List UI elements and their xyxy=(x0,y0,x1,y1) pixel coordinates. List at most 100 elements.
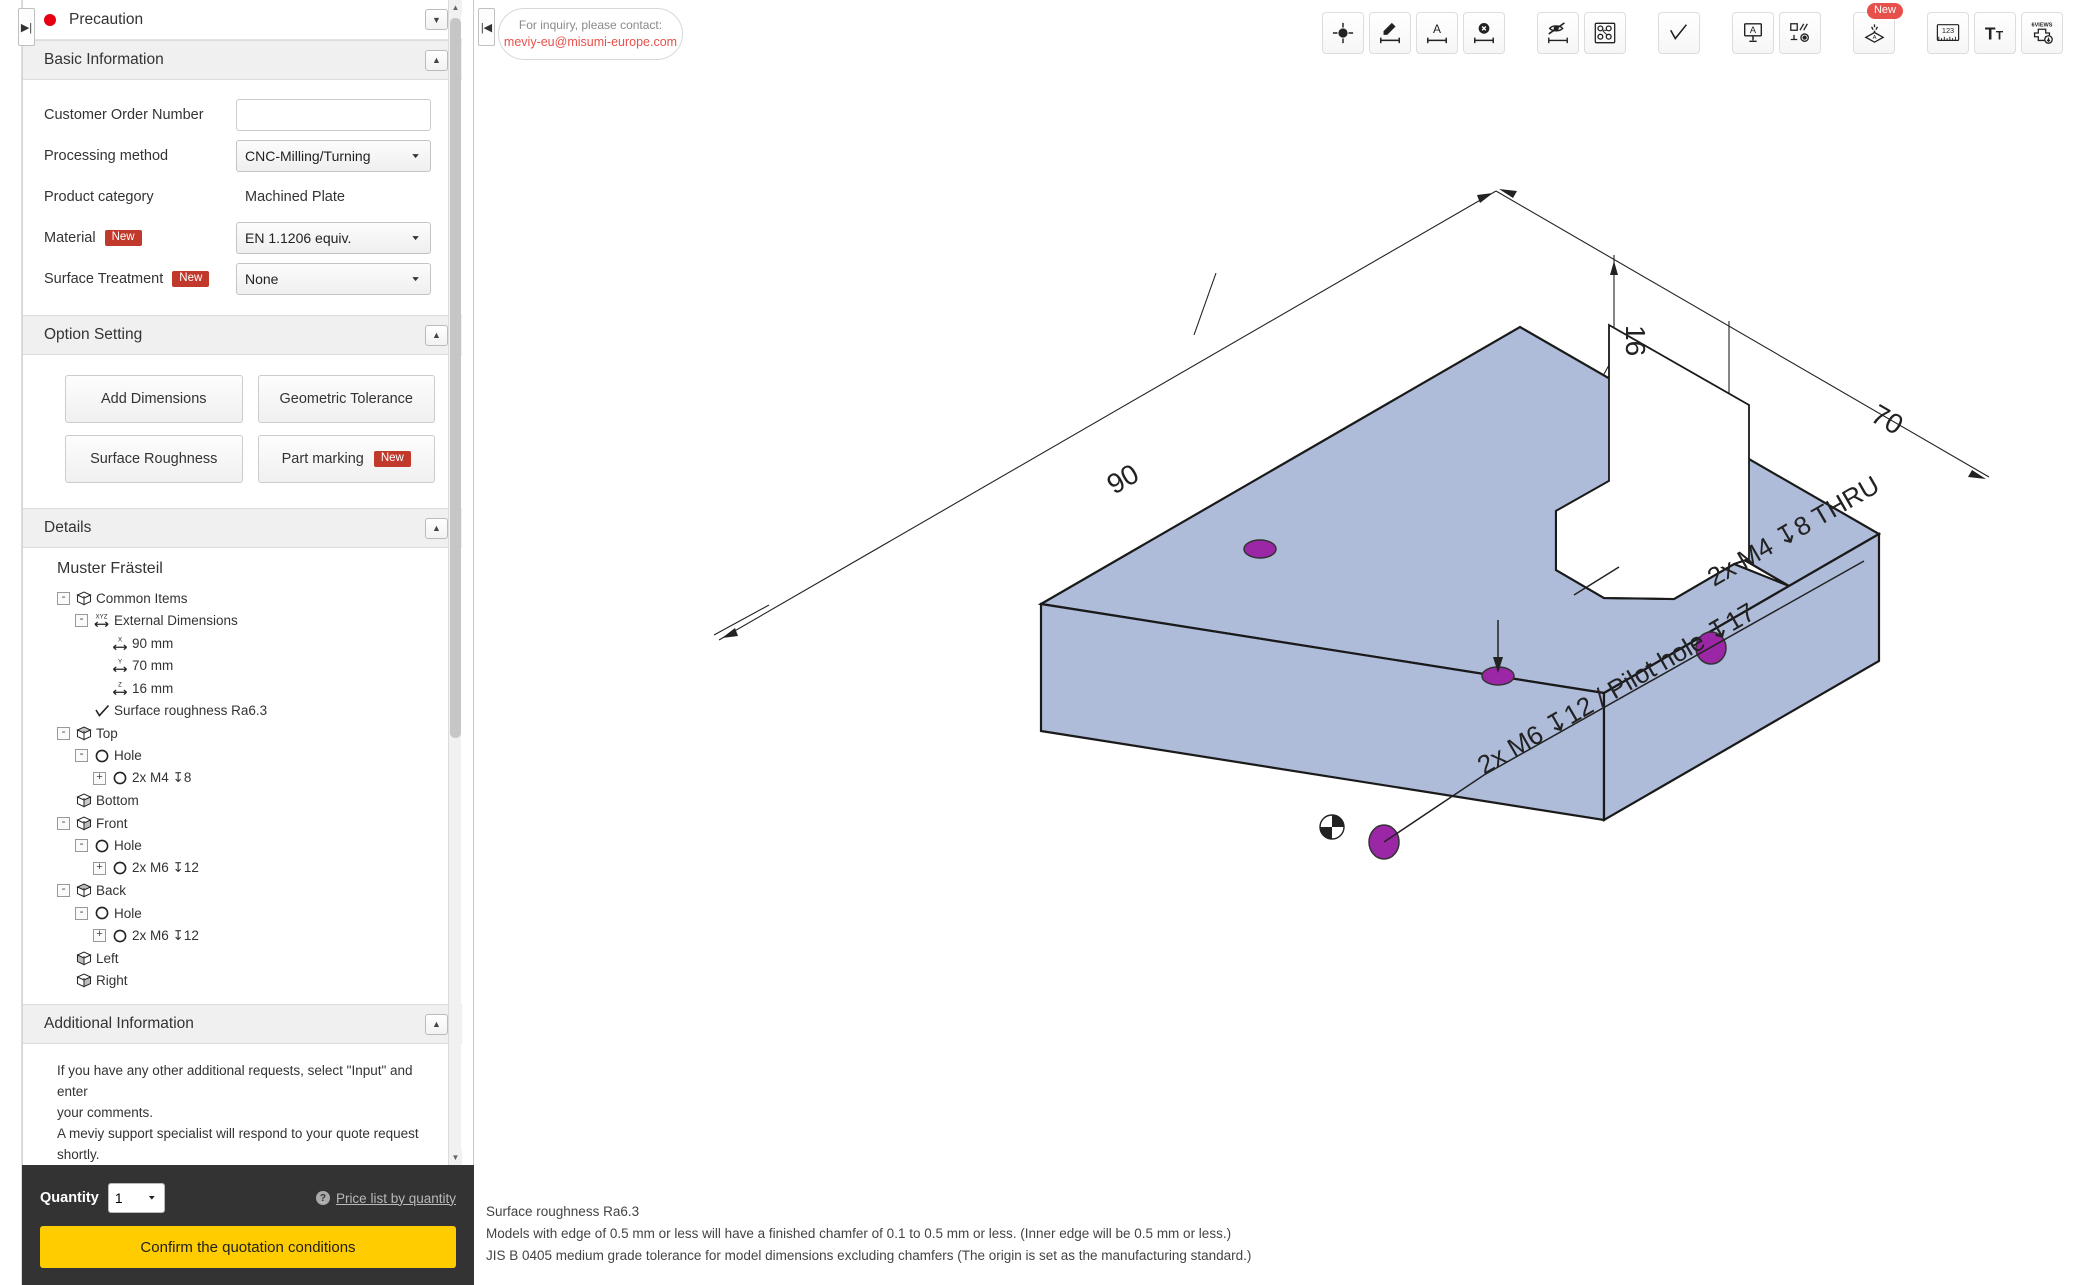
cad-model-svg[interactable]: 90 70 16 2x M4 ↧8 THRU 2x M6 ↧12 / Pilot… xyxy=(474,60,2078,1155)
tree-node-label: Surface roughness Ra6.3 xyxy=(114,703,268,719)
scroll-up-icon[interactable]: ▲ xyxy=(449,0,462,15)
quantity-select[interactable]: 1 xyxy=(107,1183,165,1213)
label-surface-treatment-text: Surface Treatment xyxy=(44,271,164,287)
scroll-down-icon[interactable]: ▼ xyxy=(449,1150,462,1165)
svg-text:Z: Z xyxy=(118,681,122,688)
tree-node-label: 16 mm xyxy=(132,680,174,696)
section-title-basic-information: Basic Information xyxy=(44,51,164,68)
origin-marker[interactable] xyxy=(1319,814,1345,840)
chevron-up-icon[interactable]: ▲ xyxy=(425,324,448,346)
confirm-quotation-button[interactable]: Confirm the quotation conditions xyxy=(40,1226,456,1268)
tree-node[interactable]: +2x M6 ↧12 xyxy=(57,925,462,948)
hide-dimension-icon[interactable] xyxy=(1537,12,1579,54)
geometric-tolerance-icon[interactable] xyxy=(1779,12,1821,54)
material-select[interactable]: EN 1.1206 equiv. xyxy=(236,222,431,254)
price-list-link[interactable]: ? Price list by quantity xyxy=(315,1191,456,1206)
origin-marker-icon[interactable] xyxy=(1322,12,1364,54)
collapse-icon[interactable]: - xyxy=(57,591,70,605)
add-dimensions-button[interactable]: Add Dimensions xyxy=(65,375,243,423)
surface-roughness-icon[interactable] xyxy=(1658,12,1700,54)
panel-scrollbar[interactable]: ▲ ▼ xyxy=(448,0,462,1165)
model-stage[interactable]: 90 70 16 2x M4 ↧8 THRU 2x M6 ↧12 / Pilot… xyxy=(474,60,2078,1155)
tree-node[interactable]: +2x M6 ↧12 xyxy=(57,857,462,880)
delete-dimension-icon[interactable] xyxy=(1463,12,1505,54)
tree-node[interactable]: - Front xyxy=(57,812,462,835)
edit-dimension-icon[interactable] xyxy=(1369,12,1411,54)
expand-icon[interactable]: + xyxy=(93,861,106,875)
measure-scale-icon[interactable]: 123 xyxy=(1927,12,1969,54)
tree-node[interactable]: Y 70 mm xyxy=(57,655,462,678)
part-marking-new-badge: New xyxy=(373,450,411,468)
cube-back-icon xyxy=(74,882,93,899)
collapse-icon[interactable]: - xyxy=(75,614,88,628)
svg-text:T: T xyxy=(1996,28,2004,42)
tree-node[interactable]: Z 16 mm xyxy=(57,677,462,700)
annotation-frame-icon[interactable]: A xyxy=(1732,12,1774,54)
quotation-action-bar: Quantity 1 ? Price list by quantity Conf… xyxy=(22,1165,474,1285)
section-header-additional-information[interactable]: Additional Information ▲ xyxy=(23,1004,462,1044)
tree-node[interactable]: X 90 mm xyxy=(57,632,462,655)
tree-node-label: Hole xyxy=(114,838,142,854)
chevron-up-icon[interactable]: ▲ xyxy=(425,517,448,539)
tree-node[interactable]: Bottom xyxy=(57,790,462,813)
six-views-icon[interactable]: 6VIEWS xyxy=(2021,12,2063,54)
surface-treatment-select[interactable]: None xyxy=(236,263,431,295)
tree-node[interactable]: - Back xyxy=(57,880,462,903)
section-header-option-setting[interactable]: Option Setting ▲ xyxy=(23,315,462,355)
chevron-up-icon[interactable]: ▲ xyxy=(425,49,448,71)
collapse-icon[interactable]: - xyxy=(75,906,88,920)
tree-node[interactable]: +2x M4 ↧8 xyxy=(57,767,462,790)
part-marking-button[interactable]: Part marking New xyxy=(257,435,435,483)
collapse-icon[interactable]: - xyxy=(57,726,70,740)
tree-node[interactable]: - XYZ External Dimensions xyxy=(57,610,462,633)
circle-icon xyxy=(110,860,129,877)
circle-icon xyxy=(92,905,111,922)
tree-node[interactable]: - Hole xyxy=(57,745,462,768)
tree-node[interactable]: Left xyxy=(57,947,462,970)
collapse-right-icon[interactable]: |◀ xyxy=(478,8,495,46)
note-line-2: Models with edge of 0.5 mm or less will … xyxy=(486,1226,1232,1241)
additional-info-line-1: If you have any other additional request… xyxy=(57,1063,413,1099)
section-header-details[interactable]: Details ▲ xyxy=(23,508,462,548)
collapse-icon[interactable]: - xyxy=(57,884,70,898)
tree-node[interactable]: Surface roughness Ra6.3 xyxy=(57,700,462,723)
text-dimension-icon[interactable]: A xyxy=(1416,12,1458,54)
chevron-down-icon[interactable]: ▼ xyxy=(425,9,448,30)
contact-email[interactable]: meviy-eu@misumi-europe.com xyxy=(504,34,677,51)
collapse-icon[interactable]: - xyxy=(75,749,88,763)
expand-icon[interactable]: + xyxy=(93,771,106,785)
tree-node[interactable]: - Common Items xyxy=(57,587,462,610)
panel-scrollbar-thumb[interactable] xyxy=(450,18,461,738)
label-material: Material New xyxy=(44,229,236,247)
customer-order-number-input[interactable] xyxy=(236,99,431,131)
processing-method-select[interactable]: CNC-Milling/Turning xyxy=(236,140,431,172)
tree-node[interactable]: - Top xyxy=(57,722,462,745)
collapse-left-icon[interactable]: ▶| xyxy=(18,8,35,46)
collapse-icon[interactable]: - xyxy=(57,816,70,830)
section-header-precaution[interactable]: Precaution ▼ xyxy=(23,0,462,40)
chevron-up-icon[interactable]: ▲ xyxy=(425,1013,448,1035)
expand-icon[interactable]: + xyxy=(93,929,106,943)
tree-node[interactable]: - Hole xyxy=(57,835,462,858)
manufacturing-notes: Surface roughness Ra6.3 Models with edge… xyxy=(474,1201,1251,1267)
section-title-details: Details xyxy=(44,519,92,536)
cube-bottom-icon xyxy=(74,792,93,809)
tree-node[interactable]: - Hole xyxy=(57,902,462,925)
additional-information-text: If you have any other additional request… xyxy=(23,1044,462,1165)
hole-top-1[interactable] xyxy=(1243,539,1277,559)
hole-pattern-icon[interactable] xyxy=(1584,12,1626,54)
material-select-wrap: EN 1.1206 equiv. xyxy=(236,222,431,254)
part-marking-icon[interactable]: New A xyxy=(1853,3,1903,54)
additional-info-line-2: your comments. xyxy=(57,1105,154,1120)
text-size-icon[interactable]: T T xyxy=(1974,12,2016,54)
geometric-tolerance-button[interactable]: Geometric Tolerance xyxy=(257,375,435,423)
surface-roughness-button[interactable]: Surface Roughness xyxy=(65,435,243,483)
roughness-icon xyxy=(92,702,111,719)
basic-information-form: Customer Order Number Processing method … xyxy=(23,80,462,315)
collapse-icon[interactable]: - xyxy=(75,839,88,853)
tree-node-label: Bottom xyxy=(96,793,139,809)
svg-text:6VIEWS: 6VIEWS xyxy=(2031,23,2052,29)
tree-node-label: 70 mm xyxy=(132,658,174,674)
tree-node[interactable]: Right xyxy=(57,970,462,993)
section-header-basic-information[interactable]: Basic Information ▲ xyxy=(23,40,462,80)
